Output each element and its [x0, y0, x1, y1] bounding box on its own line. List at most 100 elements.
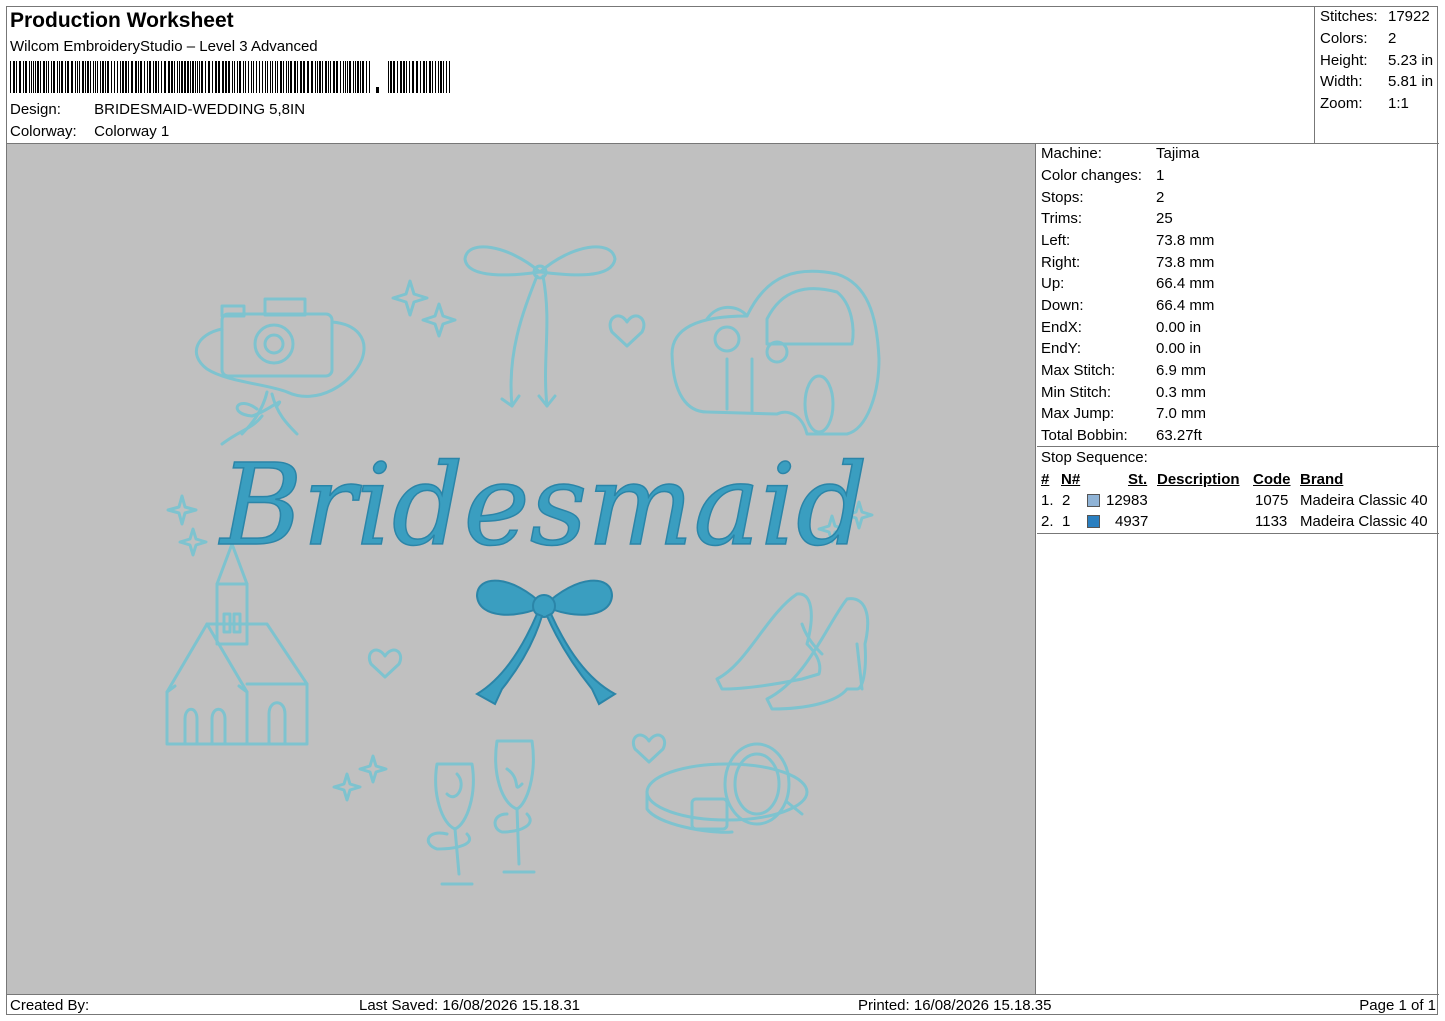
barcode-bar: [144, 61, 145, 93]
info-row: Trims: 25: [1041, 210, 1173, 227]
stop-needle: 2: [1062, 492, 1071, 509]
barcode-bar: [275, 61, 276, 93]
barcode-bar: [90, 61, 91, 93]
barcode-bar: [59, 61, 60, 93]
barcode-bar: [100, 61, 101, 93]
barcode-bar: [53, 61, 55, 93]
stop-brand: Madeira Classic 40: [1300, 492, 1428, 509]
barcode-bar: [192, 61, 194, 93]
center-bow-icon: [475, 579, 617, 706]
barcode-bar: [122, 61, 124, 93]
info-value: 7.0 mm: [1156, 405, 1207, 422]
info-label: Machine:: [1041, 145, 1102, 162]
barcode-bar: [51, 61, 52, 93]
info-label: Min Stitch:: [1041, 384, 1112, 401]
barcode-bar: [393, 61, 395, 93]
barcode-bar: [443, 61, 444, 93]
barcode-bar: [120, 61, 121, 93]
stop-code: 1133: [1255, 513, 1288, 530]
barcode-bar: [426, 61, 427, 93]
barcode-bar: [432, 61, 433, 93]
barcode-bar: [105, 61, 106, 93]
barcode-bar: [400, 61, 402, 93]
info-value: 6.9 mm: [1156, 362, 1207, 379]
barcode-bar: [328, 61, 329, 93]
barcode-bar: [23, 61, 24, 93]
ribbon-bow-icon: [463, 245, 617, 408]
barcode-bar: [272, 61, 273, 93]
summary-row: Zoom: 1:1: [1320, 95, 1409, 112]
summary-label: Width:: [1320, 73, 1363, 90]
barcode-bar: [111, 61, 112, 93]
info-label: Color changes:: [1041, 167, 1142, 184]
barcode-bar: [294, 61, 296, 93]
info-row: Left: 73.8 mm: [1041, 232, 1214, 249]
summary-row: Colors: 2: [1320, 30, 1396, 47]
barcode-bar: [333, 61, 335, 93]
barcode-bar: [297, 61, 298, 93]
barcode-bar: [61, 61, 63, 93]
barcode-bar: [349, 61, 351, 93]
barcode-bar: [102, 61, 104, 93]
barcode-bar: [82, 61, 84, 93]
summary-panel: Stitches: 17922 Colors: 2 Height: 5.23 in W…: [1315, 7, 1439, 144]
info-label: Max Jump:: [1041, 405, 1115, 422]
barcode-bar: [218, 61, 220, 93]
barcode-bar: [147, 61, 148, 93]
design-label: Design:: [10, 101, 61, 118]
barcode-bar: [420, 61, 421, 93]
barcode-bar: [153, 61, 154, 93]
barcode-bar: [256, 61, 257, 93]
barcode-bar: [114, 61, 115, 93]
col-header-code: Code: [1253, 471, 1291, 488]
barcode-bar: [245, 61, 246, 93]
barcode-bar: [161, 61, 162, 93]
stop-num: 1.: [1041, 492, 1054, 509]
info-label: Right:: [1041, 254, 1081, 271]
barcode-bar: [164, 61, 166, 93]
info-row: Color changes: 1: [1041, 167, 1164, 184]
barcode-bar: [360, 61, 361, 93]
barcode-bar: [388, 61, 389, 93]
page-title: Production Worksheet: [10, 9, 234, 32]
barcode-bar: [179, 61, 180, 93]
camera-icon: [194, 297, 366, 446]
barcode-bar: [97, 61, 98, 93]
barcode-bar: [85, 61, 86, 93]
barcode-bar: [168, 61, 170, 93]
barcode-bar: [429, 61, 431, 93]
barcode-bar: [199, 61, 200, 93]
barcode-bar: [215, 61, 217, 93]
barcode-bar: [65, 61, 66, 93]
barcode-bar: [158, 61, 159, 93]
info-row: Max Stitch: 6.9 mm: [1041, 362, 1206, 379]
colorway-value: Colorway 1: [94, 123, 170, 140]
info-label: EndY:: [1041, 340, 1082, 357]
machine-info-panel: Machine: Tajima Color changes: 1 Stops: 2 T…: [1037, 144, 1439, 447]
barcode-bar: [125, 61, 127, 93]
info-value: 25: [1156, 210, 1173, 227]
barcode-bar: [345, 61, 346, 93]
barcode-bar: [412, 61, 414, 93]
info-value: 66.4 mm: [1156, 275, 1215, 292]
vintage-car-icon: [670, 269, 881, 436]
wedding-rings-icon: [645, 742, 809, 834]
barcode-bar: [283, 61, 284, 93]
barcode-bar: [149, 61, 151, 93]
barcode-bar: [290, 61, 292, 93]
barcode-bar: [201, 61, 203, 93]
barcode-bar: [319, 61, 321, 93]
design-value: BRIDESMAID-WEDDING 5,8IN: [94, 101, 306, 118]
barcode-bar: [300, 61, 302, 93]
embroidery-artwork: Bridesmaid: [165, 245, 881, 886]
barcode-bar: [237, 61, 238, 93]
barcode-bar: [353, 61, 354, 93]
summary-row: Stitches: 17922: [1320, 8, 1430, 25]
info-row: EndY: 0.00 in: [1041, 340, 1201, 357]
info-value: 0.00 in: [1156, 319, 1202, 336]
colorway-row: Colorway: Colorway 1: [10, 123, 169, 140]
barcode-bar: [366, 61, 367, 93]
info-value: Tajima: [1156, 145, 1200, 162]
barcode-bar: [48, 61, 49, 93]
barcode-bar: [406, 61, 407, 93]
